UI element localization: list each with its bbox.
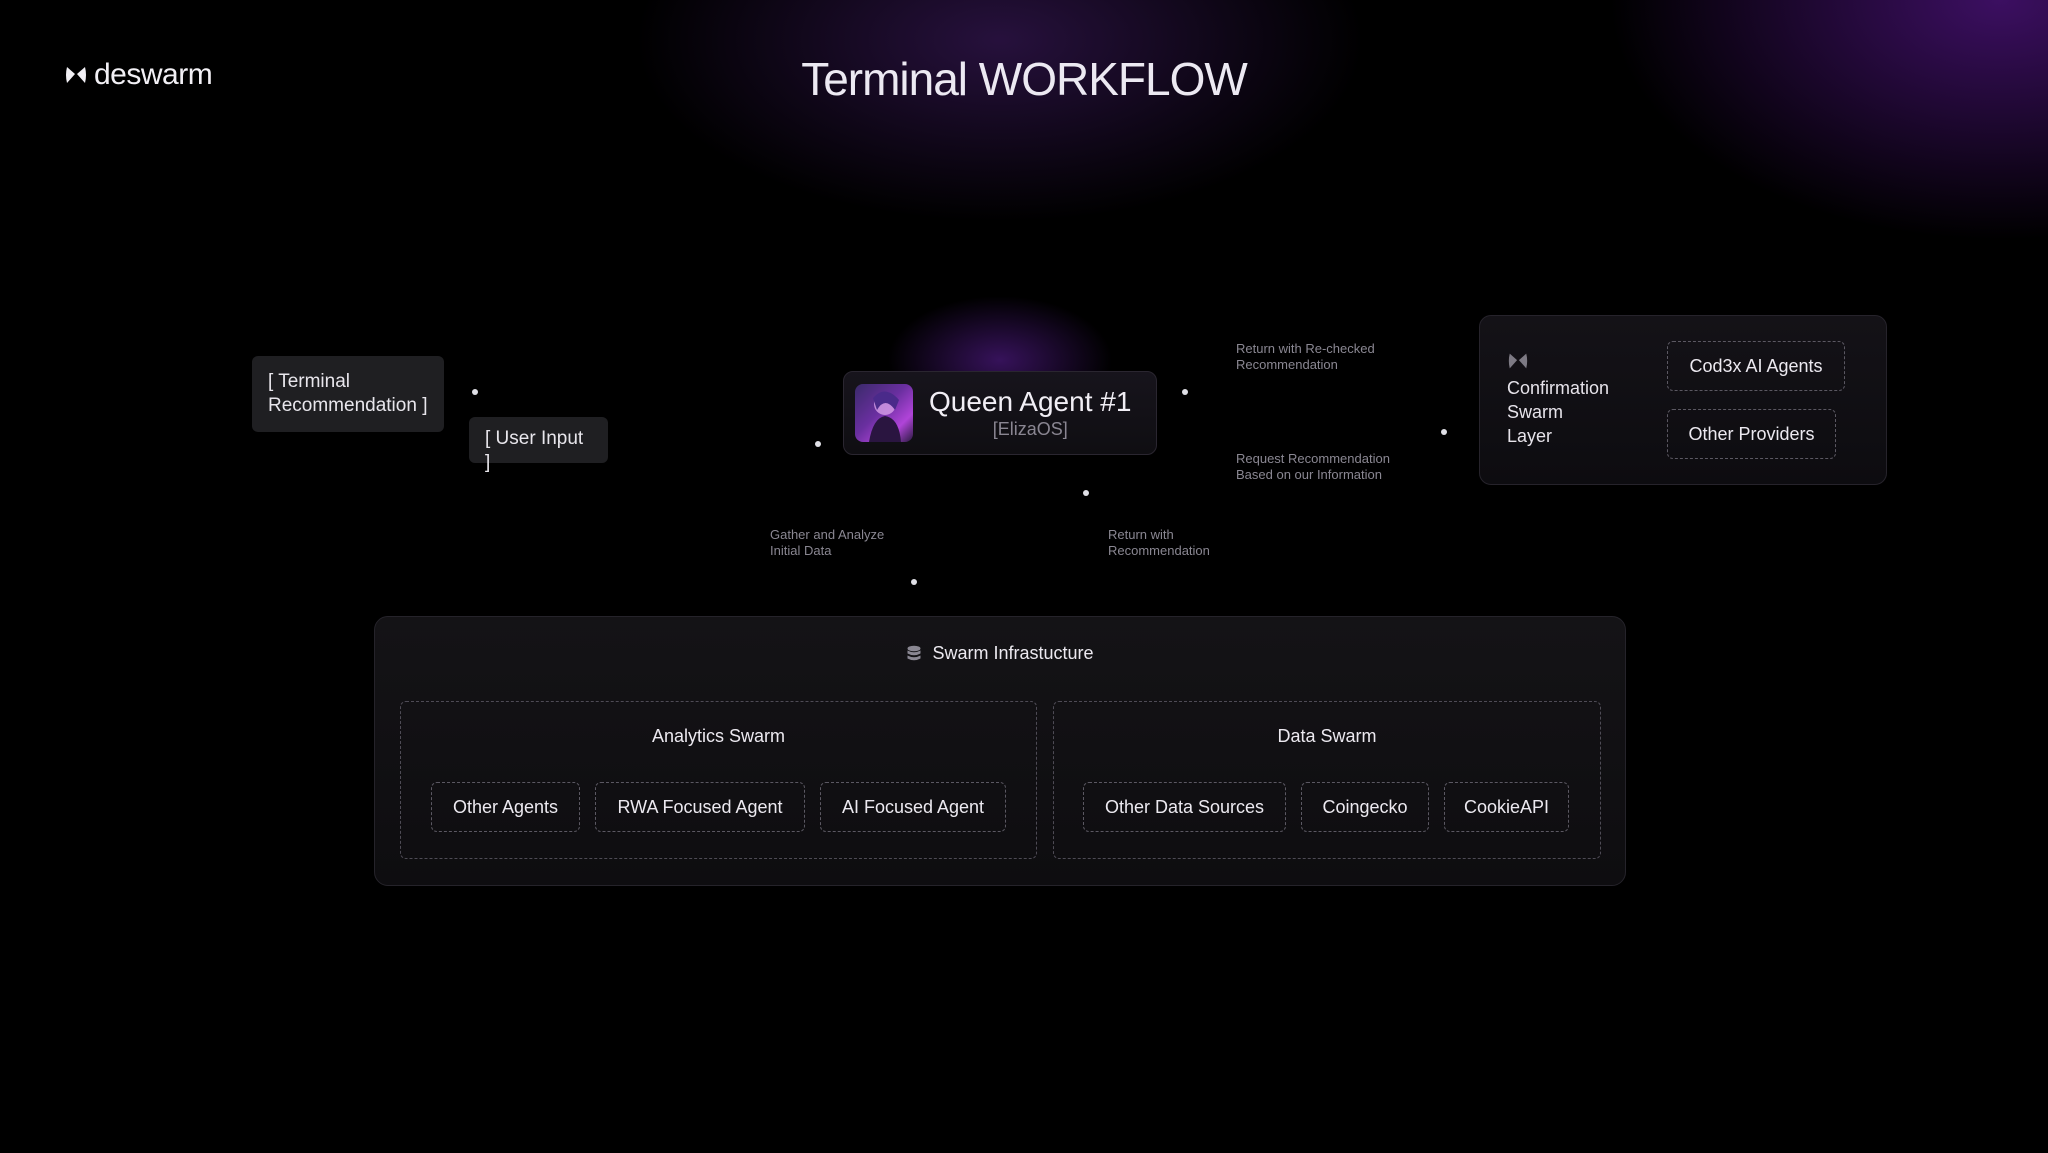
line-request-recommendation <box>1215 429 1447 435</box>
confirmation-swarm-layer: Confirmation Swarm Layer Cod3x AI Agents… <box>1479 315 1887 485</box>
queen-subtitle: [ElizaOS] <box>992 419 1068 439</box>
return-rec-line2: Recommendation <box>1108 543 1210 558</box>
user-input-box: [ User Input ] <box>469 417 608 473</box>
confirmation-label-line3: Layer <box>1507 426 1553 446</box>
return-rec-line1: Return with <box>1108 527 1174 542</box>
line-to-terminal-recommendation <box>472 389 795 395</box>
gather-data-label: Gather and Analyze Initial Data <box>770 527 884 559</box>
data-swarm: Data Swarm Other Data Sources Coingecko … <box>1053 701 1601 859</box>
agent-other-agents: Other Agents <box>431 782 580 832</box>
queen-avatar <box>855 384 913 442</box>
page-title: Terminal WORKFLOW <box>801 53 1248 105</box>
source-coingecko: Coingecko <box>1301 782 1429 832</box>
return-rechecked-label: Return with Re-checked Recommendation <box>1236 341 1375 373</box>
gather-line2: Initial Data <box>770 543 832 558</box>
request-line1: Request Recommendation <box>1236 451 1390 466</box>
line-gather-data <box>911 505 917 585</box>
source-other-data: Other Data Sources <box>1083 782 1286 832</box>
line-return-rechecked <box>1182 389 1420 395</box>
butterfly-x-icon <box>1508 353 1528 369</box>
database-icon <box>907 645 921 660</box>
confirmation-label: Confirmation Swarm Layer <box>1507 376 1609 448</box>
analytics-swarm-title: Analytics Swarm <box>651 726 786 746</box>
data-swarm-title: Data Swarm <box>1277 726 1377 746</box>
terminal-recommendation-box: [ Terminal Recommendation ] <box>252 356 444 432</box>
confirmation-label-line1: Confirmation <box>1507 378 1610 398</box>
return-recommendation-label: Return with Recommendation <box>1108 527 1210 559</box>
return-rechecked-line2: Recommendation <box>1236 357 1338 372</box>
source-cookieapi: CookieAPI <box>1444 782 1569 832</box>
agent-rwa-focused: RWA Focused Agent <box>595 782 805 832</box>
confirmation-label-line2: Swarm <box>1507 402 1564 422</box>
line-return-recommendation <box>1083 490 1089 570</box>
swarm-infrastructure: Swarm Infrastucture Analytics Swarm Othe… <box>374 616 1626 886</box>
infrastructure-title: Swarm Infrastucture <box>375 643 1625 664</box>
infrastructure-title-text: Swarm Infrastucture <box>932 643 1094 663</box>
provider-cod3x: Cod3x AI Agents <box>1667 341 1845 391</box>
terminal-recommendation-line1: [ Terminal <box>268 371 351 392</box>
queen-name: Queen Agent #1 <box>929 386 1132 417</box>
queen-agent-card: Queen Agent #1 [ElizaOS] <box>843 371 1157 455</box>
analytics-swarm: Analytics Swarm Other Agents RWA Focused… <box>400 701 1037 859</box>
avatar-image <box>869 391 901 442</box>
agent-ai-focused: AI Focused Agent <box>820 782 1006 832</box>
request-recommendation-label: Request Recommendation Based on our Info… <box>1236 451 1390 483</box>
gather-line1: Gather and Analyze <box>770 527 885 542</box>
request-line2: Based on our Information <box>1236 467 1382 482</box>
line-from-user-input <box>625 441 821 447</box>
provider-other: Other Providers <box>1667 409 1836 459</box>
terminal-recommendation-line2: Recommendation ] <box>268 395 428 416</box>
connector-lines <box>472 389 1447 585</box>
return-rechecked-line1: Return with Re-checked <box>1236 341 1375 356</box>
